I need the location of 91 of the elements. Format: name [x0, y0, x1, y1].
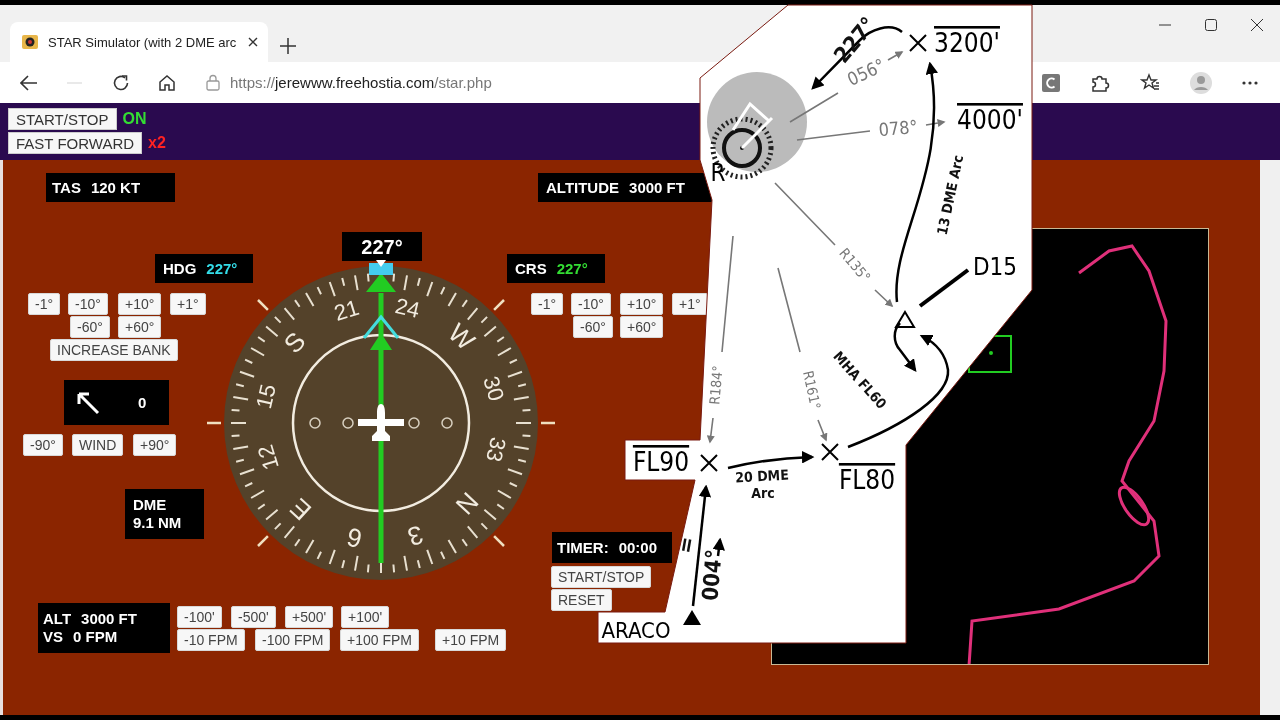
lock-icon[interactable] — [206, 74, 220, 91]
compass-label: N — [449, 486, 485, 521]
heading-button[interactable]: -1° — [28, 293, 61, 315]
url-text[interactable]: https://jerewww.freehostia.com/star.php — [230, 74, 492, 91]
deviation-dot — [408, 417, 420, 429]
timer-readout: TIMER: 00:00 — [552, 532, 672, 563]
timer-start-stop-button[interactable]: START/STOP — [551, 566, 652, 588]
course-readout: CRS 227° — [507, 254, 605, 283]
altitude-label: 3200' — [934, 28, 1000, 58]
deviation-dot — [441, 417, 453, 429]
avatar-icon[interactable] — [1190, 71, 1212, 94]
course-button[interactable]: +60° — [620, 316, 664, 338]
altitude-label: FL80 — [838, 465, 896, 495]
fix-label: ARACO — [601, 617, 671, 643]
course-label: = — [672, 534, 700, 556]
status-text: x2 — [148, 134, 166, 152]
arc-label: Arc — [751, 485, 775, 501]
radial-label: R161° — [800, 369, 824, 411]
dme-readout: DME 9.1 NM — [125, 489, 204, 539]
menu-icon[interactable] — [1242, 80, 1258, 85]
compass-label: 24 — [392, 293, 423, 323]
vertical-speed-button[interactable]: +10 FPM — [435, 629, 507, 651]
maximize-icon[interactable] — [1205, 19, 1217, 31]
arc-label: 13 DME Arc — [933, 153, 967, 237]
deviation-dot — [309, 417, 321, 429]
compass-label: 12 — [252, 442, 284, 473]
triangle-mark — [683, 610, 701, 625]
vertical-speed-button[interactable]: +100 FPM — [340, 629, 419, 651]
radial-label: R184° — [706, 364, 726, 406]
vertical-speed-button[interactable]: -100 FPM — [255, 629, 331, 651]
altitude-label: 4000' — [957, 105, 1023, 135]
heading-button[interactable]: +1° — [170, 293, 206, 315]
timer-reset-button[interactable]: RESET — [551, 589, 612, 611]
altitude-vs-readout: ALT 3000 FT VS 0 FPM — [38, 603, 170, 653]
wind-direction-button[interactable]: +90° — [133, 434, 177, 456]
increase-bank-button[interactable]: INCREASE BANK — [50, 339, 178, 361]
favicon — [22, 35, 38, 49]
compass-label: 3 — [404, 519, 427, 553]
course-button[interactable]: -10° — [571, 293, 611, 315]
reload-icon[interactable] — [112, 73, 130, 92]
fix-label: D15 — [972, 253, 1018, 281]
altitude-button[interactable]: -100' — [177, 606, 222, 628]
altitude-button[interactable]: +100' — [341, 606, 390, 628]
compass-label: 33 — [481, 434, 511, 465]
deviation-dot — [342, 417, 354, 429]
radial-label: 078° — [877, 115, 919, 141]
course-button[interactable]: +10° — [620, 293, 664, 315]
fix-mark — [909, 34, 927, 52]
heading-button[interactable]: -10° — [68, 293, 108, 315]
course-label: 004° — [697, 548, 727, 602]
compass-label: S — [277, 325, 312, 360]
heading-readout: HDG 227° — [155, 254, 253, 283]
compass-label: 6 — [344, 521, 365, 555]
compass-label: E — [283, 492, 318, 527]
vertical-speed-button[interactable]: -10 FPM — [177, 629, 245, 651]
compass-label: 30 — [478, 373, 510, 404]
arc-label: 20 DME — [734, 466, 790, 486]
compass-label: 15 — [251, 381, 281, 412]
fix-mark — [700, 454, 718, 472]
heading-bug — [369, 263, 393, 275]
close-icon[interactable] — [1251, 19, 1263, 31]
wind-arrow-icon — [76, 390, 100, 415]
fix-mark — [821, 443, 839, 461]
course-button[interactable]: +1° — [672, 293, 708, 315]
wind-button[interactable]: WIND — [72, 434, 124, 456]
heading-value: 227° — [342, 232, 422, 261]
airspeed-readout: TAS 120 KT — [46, 173, 175, 202]
close-icon[interactable] — [248, 37, 258, 47]
altitude-button[interactable]: -500' — [231, 606, 276, 628]
favorites-icon[interactable] — [1140, 72, 1160, 93]
back-icon[interactable] — [20, 74, 38, 91]
wind-value: 0 — [138, 394, 147, 411]
triangle-mark — [894, 310, 916, 328]
extension-icon[interactable] — [1042, 73, 1060, 92]
start-stop-button[interactable]: START/STOP — [8, 108, 117, 130]
new-tab-icon[interactable] — [280, 38, 296, 54]
course-button[interactable]: -1° — [531, 293, 564, 315]
compass-label: 21 — [331, 294, 362, 326]
heading-button[interactable]: +60° — [118, 316, 162, 338]
wind-direction-button[interactable]: -90° — [23, 434, 63, 456]
status-text: ON — [122, 110, 147, 128]
scrollbar[interactable] — [1260, 160, 1280, 715]
altitude-button[interactable]: +500' — [285, 606, 334, 628]
airplane-icon — [358, 404, 404, 441]
home-icon[interactable] — [158, 73, 176, 92]
course-button[interactable]: -60° — [573, 316, 613, 338]
heading-button[interactable]: -60° — [70, 316, 110, 338]
fast-forward-button[interactable]: FAST FORWARD — [8, 132, 143, 154]
altitude-label: FL90 — [632, 447, 690, 477]
heading-button[interactable]: +10° — [118, 293, 162, 315]
compass-label: W — [442, 317, 481, 357]
